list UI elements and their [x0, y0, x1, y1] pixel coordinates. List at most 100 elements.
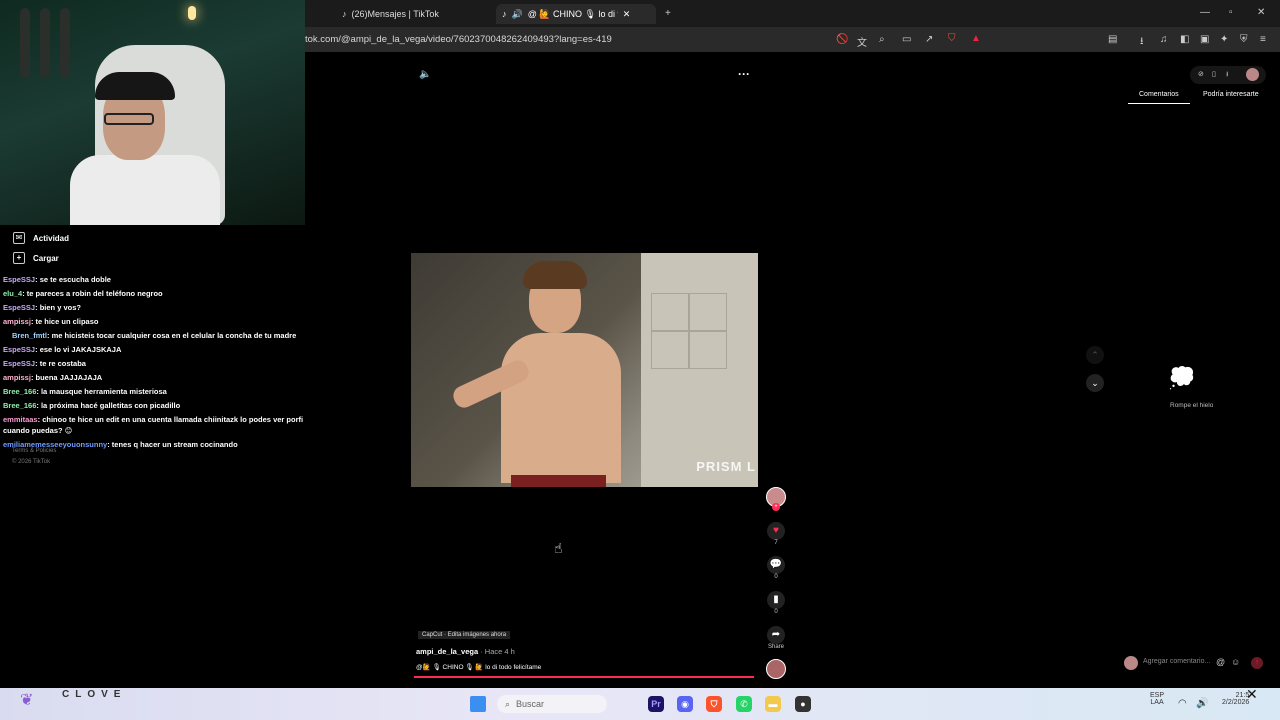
chat-username[interactable]: emmitaas	[3, 415, 38, 424]
emoji-icon[interactable]: ☺	[1231, 657, 1240, 667]
premiere-icon[interactable]: Pr	[648, 696, 664, 712]
download-video-icon[interactable]: ⭳	[1226, 70, 1228, 81]
chat-username[interactable]: EspeSSJ	[3, 359, 35, 368]
chat-message: cuando puedas? 😊	[3, 426, 73, 435]
chat-username[interactable]: elu_4	[3, 289, 22, 298]
capcut-banner[interactable]: CapCut · Edita imágenes ahora	[418, 631, 511, 639]
language-indicator[interactable]: ESP LAA	[1150, 692, 1164, 706]
chat-message: elu_4: te pareces a robin del teléfono n…	[3, 289, 163, 298]
video-frame[interactable]: PRISM L	[411, 253, 758, 487]
person-shorts	[511, 475, 606, 487]
person-body	[501, 333, 621, 483]
author-name[interactable]: ampi_de_la_vega	[416, 647, 478, 656]
block-icon[interactable]: ⊘	[1198, 70, 1204, 78]
leo-ai-icon[interactable]: ✦	[1220, 34, 1228, 45]
url-field[interactable]: tok.com/@ampi_de_la_vega/video/760237004…	[305, 34, 612, 45]
minimize-icon[interactable]: —	[1200, 7, 1210, 18]
folder-icon[interactable]: ▬	[765, 696, 781, 712]
panel-icon[interactable]: ◧	[1180, 34, 1189, 45]
phone-icon[interactable]: ▯	[1212, 70, 1216, 78]
like-button[interactable]: ♥ 7	[766, 522, 786, 546]
comment-input[interactable]: Agregar comentario...	[1143, 658, 1263, 670]
tab-messages[interactable]: ♪ (26)Mensajes | TikTok	[336, 4, 486, 24]
brave-icon[interactable]: ⛉	[706, 696, 722, 712]
chat-username[interactable]: Bren_fmtl	[12, 331, 47, 340]
chat-username[interactable]: Bree_166	[3, 401, 36, 410]
music-icon[interactable]: ♫	[1160, 34, 1168, 45]
comment-button[interactable]: 💬 0	[766, 556, 786, 580]
send-icon[interactable]: ↑	[1251, 657, 1263, 669]
chat-message: ampissj: buena JAJJAJAJA	[3, 373, 102, 382]
start-icon[interactable]	[470, 696, 486, 712]
guitar-decor	[20, 8, 30, 78]
reader-off-icon[interactable]: 🚫	[836, 34, 848, 45]
sound-avatar[interactable]	[766, 659, 786, 679]
next-video-button[interactable]: ⌄	[1086, 374, 1104, 392]
close-window-icon[interactable]: ✕	[1257, 7, 1265, 18]
maximize-icon[interactable]: ▫	[1229, 7, 1233, 18]
chat-username[interactable]: EspeSSJ	[3, 345, 35, 354]
streamer-cap	[95, 72, 175, 100]
close-overlay-icon[interactable]: ✕	[1246, 686, 1258, 703]
share-button[interactable]: ➦ Share	[766, 626, 786, 650]
streamer-shirt	[70, 155, 220, 225]
cast-icon[interactable]: ▭	[902, 34, 911, 45]
post-time: · Hace 4 h	[478, 647, 515, 656]
tab-comentarios[interactable]: Comentarios	[1139, 91, 1179, 98]
chat-username[interactable]: EspeSSJ	[3, 303, 35, 312]
streamer-glasses	[104, 113, 154, 125]
more-options-icon[interactable]: ···	[738, 67, 750, 81]
zoom-icon[interactable]: ⌕	[879, 34, 885, 45]
previous-video-button[interactable]: ⌃	[1086, 346, 1104, 364]
prism-watermark: PRISM L	[696, 459, 756, 474]
download-icon[interactable]: ⭳	[1140, 34, 1144, 51]
new-tab-icon[interactable]: +	[665, 8, 671, 19]
profile-avatar[interactable]	[1246, 68, 1259, 81]
tab-podria-interesarte[interactable]: Podría interesarte	[1203, 91, 1259, 98]
volume-icon[interactable]: 🔈	[419, 69, 431, 80]
chat-message: EspeSSJ: ese lo vi JAKAJSKAJA	[3, 345, 121, 354]
mention-icon[interactable]: @	[1216, 657, 1225, 667]
user-avatar	[1124, 656, 1138, 670]
wallet-icon[interactable]: ▣	[1200, 34, 1209, 45]
comment-icon: 💬	[767, 556, 785, 574]
chat-message: Bren_fmtl: me hicisteis tocar cualquier …	[12, 331, 296, 340]
chat-bubbles-icon: 💭	[1168, 365, 1196, 390]
follow-plus-icon[interactable]: +	[772, 503, 780, 511]
guitar-decor	[40, 8, 50, 78]
bookmark-icon: ▮	[767, 591, 785, 609]
chat-username[interactable]: ampissj	[3, 317, 31, 326]
wall-tile	[689, 331, 727, 369]
chat-username[interactable]: ampissj	[3, 373, 31, 382]
sidebar-item-actividad[interactable]: ✉ Actividad	[13, 232, 69, 244]
sidebar-item-cargar[interactable]: + Cargar	[13, 252, 59, 264]
wall-tile	[651, 293, 689, 331]
chat-message: EspeSSJ: se te escucha doble	[3, 275, 111, 284]
obs-icon[interactable]: ●	[795, 696, 811, 712]
whatsapp-icon[interactable]: ✆	[736, 696, 752, 712]
sidebar-toggle-icon[interactable]: ▤	[1108, 34, 1117, 45]
speaker-icon[interactable]: 🔊	[512, 9, 523, 20]
vpn-icon[interactable]: ⛨	[1240, 34, 1248, 45]
terms-link[interactable]: Terms & Policies	[12, 448, 56, 454]
discord-icon[interactable]: ◉	[677, 696, 693, 712]
brave-shield-icon[interactable]: ⛉	[948, 33, 956, 44]
taskbar-search[interactable]: ⌕ Buscar	[497, 695, 607, 713]
video-caption: @🙋 🎙 CHINO 🎙 🙋 lo di todo felicítame	[416, 664, 542, 671]
chat-username[interactable]: EspeSSJ	[3, 275, 35, 284]
wifi-icon[interactable]: ◠	[1178, 698, 1187, 709]
brave-rewards-icon[interactable]: ▲	[971, 33, 981, 44]
save-button[interactable]: ▮ 0	[766, 591, 786, 615]
tiktok-icon: ♪	[342, 9, 347, 19]
kitchen-wall	[641, 253, 758, 487]
close-icon[interactable]: ✕	[623, 9, 631, 20]
search-icon: ⌕	[505, 698, 511, 709]
volume-tray-icon[interactable]: 🔊	[1196, 698, 1208, 709]
menu-icon[interactable]: ≡	[1260, 34, 1266, 45]
chat-text: : tenes q hacer un stream cocinando	[107, 440, 238, 449]
progress-fill	[414, 676, 754, 678]
translate-icon[interactable]: 文	[857, 34, 867, 49]
tab-video[interactable]: ♪ 🔊 @ 🙋 CHINO 🎙 lo di to ✕	[496, 4, 656, 24]
share-page-icon[interactable]: ↗	[925, 34, 933, 45]
chat-username[interactable]: Bree_166	[3, 387, 36, 396]
